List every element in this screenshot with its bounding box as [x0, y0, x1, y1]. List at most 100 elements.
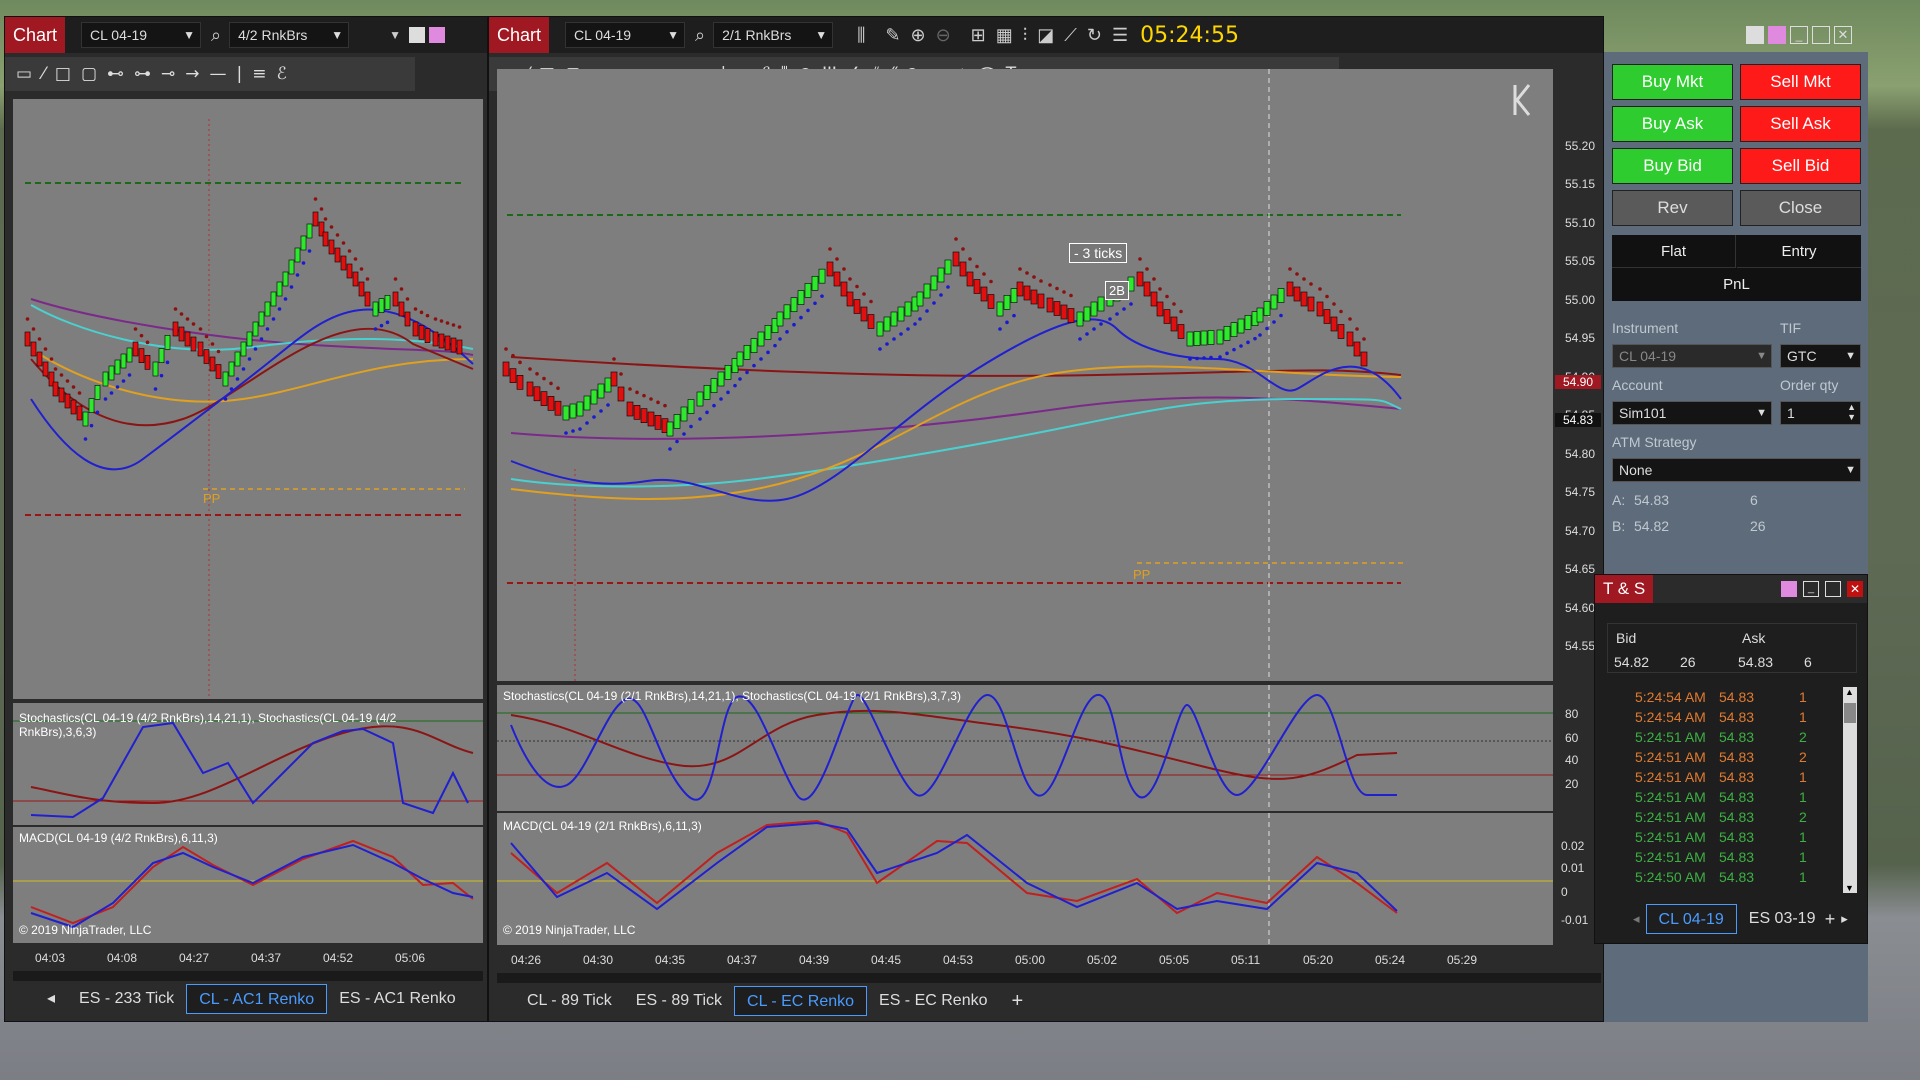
order-qty-stepper[interactable]: 1 ▲ ▼ — [1780, 401, 1861, 425]
right-macd-panel[interactable]: MACD(CL 04-19 (2/1 RnkBrs),6,11,3) © 201… — [497, 813, 1553, 945]
channel-icon[interactable]: ≡ — [252, 64, 266, 84]
instrument-field[interactable]: CL 04-19 ▼ — [1612, 344, 1772, 368]
templates-icon[interactable]: ◪ — [1037, 25, 1054, 46]
ts-tab-cl-04-19[interactable]: CL 04-19 — [1645, 904, 1737, 934]
psar-dot — [511, 353, 515, 358]
bartype-select[interactable]: 2/1 RnkBrs ▼ — [713, 22, 834, 48]
reload-icon[interactable]: ↻ — [1087, 25, 1102, 46]
color-swatch-icon[interactable] — [1781, 581, 1797, 597]
right-stoch-panel[interactable]: Stochastics(CL 04-19 (2/1 RnkBrs),14,21,… — [497, 685, 1553, 811]
ts-add-tab-button[interactable]: + — [1825, 909, 1836, 930]
tab-cl-89-tick[interactable]: CL - 89 Tick — [515, 986, 624, 1016]
psar-dot — [1325, 294, 1329, 299]
indicators-icon[interactable]: ⫶ — [1023, 25, 1028, 46]
search-icon[interactable]: ⌕ — [211, 25, 221, 46]
list-icon[interactable]: ☰ — [1112, 25, 1128, 46]
renko-brick — [144, 355, 151, 370]
tif-select[interactable]: GTC ▼ — [1780, 344, 1861, 368]
bartype-select[interactable]: 4/2 RnkBrs ▼ — [229, 22, 350, 48]
tab-scroll-right-icon[interactable]: ▸ — [1841, 911, 1848, 927]
strategies-icon[interactable]: ⟋ — [1064, 25, 1077, 46]
dropdown-arrow-icon[interactable]: ▼ — [389, 28, 401, 42]
price-tick: 54.65 — [1565, 562, 1596, 576]
tab-es-233-tick[interactable]: ES - 233 Tick — [67, 984, 186, 1014]
add-tab-button[interactable]: + — [1000, 986, 1036, 1016]
risk-reward-icon[interactable]: ⁄ — [42, 64, 45, 84]
psar-dot — [1272, 320, 1276, 324]
renko-brick — [246, 331, 253, 347]
minimize-icon[interactable]: _ — [1790, 26, 1808, 44]
ruler-icon[interactable]: ▭ — [16, 64, 32, 84]
horizontal-line-icon[interactable]: — — [210, 64, 227, 84]
window-restore-icon[interactable] — [409, 27, 425, 43]
zoom-in-icon[interactable]: ⊕ — [910, 25, 925, 46]
chart-menu-button[interactable]: Chart — [5, 17, 66, 53]
macd-label: MACD(CL 04-19 (4/2 RnkBrs),6,11,3) — [19, 831, 218, 845]
psar-dot — [121, 379, 126, 383]
close-position-button[interactable]: Close — [1740, 190, 1861, 226]
instrument-select[interactable]: CL 04-19 ▼ — [81, 22, 202, 48]
tab-es-ec-renko[interactable]: ES - EC Renko — [867, 986, 999, 1016]
maximize-icon[interactable] — [1825, 581, 1841, 597]
minimize-icon[interactable]: _ — [1803, 581, 1819, 597]
maximize-icon[interactable] — [1812, 26, 1830, 44]
left-price-panel[interactable]: PP — [13, 99, 483, 699]
crosshair-icon[interactable]: ⊞ — [971, 25, 986, 46]
pencil-icon[interactable]: ✎ — [885, 25, 900, 46]
ext-line-icon[interactable]: ⊸ — [161, 64, 175, 84]
psar-dot — [1108, 317, 1112, 321]
fib-icon[interactable]: ℰ — [277, 64, 287, 84]
restore-icon[interactable] — [1746, 26, 1764, 44]
line-icon[interactable]: ⊷ — [107, 64, 124, 84]
psar-dot — [385, 320, 390, 325]
chart-menu-button[interactable]: Chart — [489, 17, 550, 53]
scroll-down-icon[interactable]: ▼ — [1845, 883, 1854, 893]
sell-market-button[interactable]: Sell Mkt — [1740, 64, 1861, 100]
ts-list[interactable]: 5:24:54 AM 54.83 1 5:24:54 AM 54.83 1 5:24:51 … — [1635, 687, 1835, 892]
search-icon[interactable]: ⌕ — [695, 25, 705, 46]
left-macd-panel[interactable]: MACD(CL 04-19 (4/2 RnkBrs),6,11,3) © 201… — [13, 827, 483, 943]
renko-brick — [1016, 281, 1024, 297]
close-icon[interactable]: ✕ — [1834, 26, 1852, 44]
buy-ask-button[interactable]: Buy Ask — [1612, 106, 1733, 142]
right-price-panel[interactable]: - 3 ticks 2B PP — [497, 69, 1553, 681]
buy-market-button[interactable]: Buy Mkt — [1612, 64, 1733, 100]
zoom-out-icon[interactable]: ⊖ — [936, 25, 951, 46]
renko-brick — [1237, 318, 1245, 334]
ask-price: 54.83 — [1634, 492, 1670, 508]
ts-scrollbar[interactable]: ▲ ▼ — [1843, 687, 1857, 893]
tab-scroll-left-icon[interactable]: ◂ — [1633, 911, 1640, 927]
tab-cl-ac1-renko[interactable]: CL - AC1 Renko — [186, 984, 328, 1014]
sell-bid-button[interactable]: Sell Bid — [1740, 148, 1861, 184]
psar-dot — [1209, 355, 1213, 360]
reverse-button[interactable]: Rev — [1612, 190, 1733, 226]
rectangle-icon[interactable]: ▢ — [81, 64, 97, 84]
tab-scroll-left-icon[interactable]: ◂ — [35, 984, 67, 1014]
psar-dot — [975, 264, 979, 269]
close-icon[interactable]: ✕ — [1847, 581, 1863, 597]
ts-tab-es-03-19[interactable]: ES 03-19 — [1743, 904, 1819, 934]
tab-es-89-tick[interactable]: ES - 89 Tick — [624, 986, 734, 1016]
sell-ask-button[interactable]: Sell Ask — [1740, 106, 1861, 142]
scroll-thumb[interactable] — [1844, 703, 1856, 723]
properties-icon[interactable]: ▦ — [996, 25, 1013, 46]
ray-icon[interactable]: ⊶ — [134, 64, 151, 84]
scroll-up-icon[interactable]: ▲ — [1845, 687, 1854, 697]
bar-style-icon[interactable]: ⫼ — [857, 25, 865, 46]
tab-es-ac1-renko[interactable]: ES - AC1 Renko — [327, 984, 468, 1014]
stepper-arrows-icon[interactable]: ▲ ▼ — [1847, 402, 1856, 422]
instrument-select[interactable]: CL 04-19 ▼ — [565, 22, 686, 48]
color-swatch-icon[interactable] — [429, 27, 445, 43]
renko-brick — [372, 301, 379, 317]
time-tick: 04:52 — [323, 951, 354, 965]
left-stoch-panel[interactable]: Stochastics(CL 04-19 (4/2 RnkBrs),14,21,… — [13, 703, 483, 825]
account-select[interactable]: Sim101 ▼ — [1612, 401, 1772, 425]
buy-bid-button[interactable]: Buy Bid — [1612, 148, 1733, 184]
atm-strategy-select[interactable]: None ▼ — [1612, 458, 1861, 482]
arrow-line-icon[interactable]: → — [185, 64, 199, 84]
price-tick: 54.55 — [1565, 639, 1596, 653]
tab-cl-ec-renko[interactable]: CL - EC Renko — [734, 986, 868, 1016]
color-swatch-icon[interactable] — [1768, 26, 1786, 44]
region-icon[interactable]: □ — [55, 64, 71, 84]
vertical-line-icon[interactable]: | — [237, 64, 243, 84]
